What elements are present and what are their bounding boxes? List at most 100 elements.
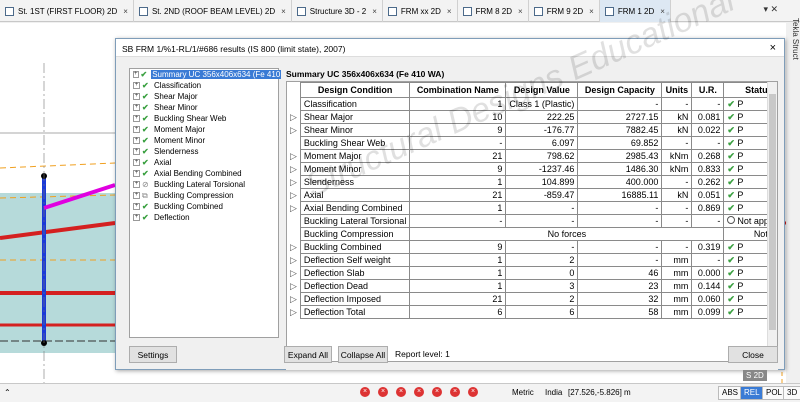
close-icon[interactable]: ×: [770, 42, 776, 54]
collapse-all-button[interactable]: Collapse All: [338, 346, 388, 363]
units-label[interactable]: Metric: [512, 388, 534, 397]
snap-x-icon[interactable]: ×: [414, 387, 424, 397]
abs-toggle[interactable]: ABS: [718, 386, 743, 400]
close-icon[interactable]: ×: [518, 7, 523, 16]
close-icon[interactable]: ×: [589, 7, 594, 16]
table-row[interactable]: ▷ Deflection Self weight 1 2- mm - ✔ P: [287, 253, 777, 267]
tree-item[interactable]: + ✔ Moment Minor: [130, 135, 278, 146]
expand-icon[interactable]: +: [133, 203, 140, 210]
expand-row-icon[interactable]: ▷: [287, 162, 301, 176]
snap-x-icon[interactable]: ×: [450, 387, 460, 397]
region-label[interactable]: India: [545, 388, 562, 397]
table-row[interactable]: ▷ Deflection Slab 1 0 46 mm 0.000 ✔ P: [287, 266, 777, 280]
tree-item[interactable]: + ✔ Axial: [130, 157, 278, 168]
table-row[interactable]: Buckling Lateral Torsional - - - - - Not appli…: [287, 214, 777, 228]
expand-icon[interactable]: +: [133, 159, 140, 166]
tree-item-label: Classification: [154, 81, 202, 90]
column-header[interactable]: U.R.: [691, 82, 725, 98]
tree-item[interactable]: + ✔ Shear Minor: [130, 102, 278, 113]
tree-item[interactable]: + ⊘ Buckling Lateral Torsional: [130, 179, 278, 190]
tree-item[interactable]: + ✔ Slenderness: [130, 146, 278, 157]
status-bar: ⌃ × × × × × × × Metric India [27.526,-5.…: [0, 383, 800, 402]
settings-button[interactable]: Settings: [129, 346, 177, 363]
check-icon: ✔: [727, 189, 738, 200]
table-cell: -: [661, 97, 693, 111]
expand-icon[interactable]: +: [133, 93, 140, 100]
expand-icon[interactable]: +: [133, 82, 140, 89]
expand-row-icon[interactable]: ▷: [287, 149, 301, 163]
expand-row-icon[interactable]: ▷: [287, 175, 301, 189]
tab-overflow-icon[interactable]: ▾ ✕: [763, 4, 778, 15]
table-cell: 0.833: [691, 162, 725, 176]
tree-item[interactable]: + ✔ Axial Bending Combined: [130, 168, 278, 179]
snap-x-icon[interactable]: ×: [360, 387, 370, 397]
tree-item[interactable]: + ✔ Shear Major: [130, 91, 278, 102]
tab-0[interactable]: St. 1ST (FIRST FLOOR) 2D ×: [0, 0, 134, 22]
column-header[interactable]: Design Capacity: [577, 82, 663, 98]
expand-row-icon[interactable]: ▷: [287, 123, 301, 137]
close-icon[interactable]: ×: [281, 7, 286, 16]
table-cell: 7882.45: [577, 123, 663, 137]
tree-item[interactable]: + ✔ Buckling Shear Web: [130, 113, 278, 124]
expand-row-icon[interactable]: ▷: [287, 279, 301, 293]
check-icon: ✔: [727, 176, 738, 187]
expand-all-button[interactable]: Expand All: [284, 346, 332, 363]
table-row[interactable]: ▷ Buckling Combined 9- - -0.319 ✔ P: [287, 240, 777, 254]
snap-x-icon[interactable]: ×: [396, 387, 406, 397]
expand-row-icon[interactable]: ▷: [287, 292, 301, 306]
expand-icon[interactable]: +: [133, 137, 140, 144]
expand-icon[interactable]: +: [133, 71, 139, 78]
expand-row-icon[interactable]: ▷: [287, 110, 301, 124]
table-cell: -: [577, 97, 663, 111]
expand-row-icon[interactable]: ▷: [287, 188, 301, 202]
horizontal-scrollbar[interactable]: [286, 362, 778, 370]
3d-toggle[interactable]: 3D: [783, 386, 800, 400]
table-row[interactable]: ▷ Axial Bending Combined 1- - -0.869 ✔ P: [287, 201, 777, 215]
tab-3[interactable]: FRM xx 2D ×: [383, 0, 458, 22]
table-row[interactable]: ▷ Shear Major 10 222.25 2727.15 kN 0.081 ✔ P: [287, 110, 777, 124]
snap-x-icon[interactable]: ×: [468, 387, 478, 397]
snap-x-icon[interactable]: ×: [378, 387, 388, 397]
expand-icon[interactable]: +: [133, 104, 140, 111]
expand-row-icon[interactable]: ▷: [287, 201, 301, 215]
close-icon[interactable]: ×: [447, 7, 452, 16]
expand-row-icon[interactable]: ▷: [287, 305, 301, 319]
tab-4[interactable]: FRM 8 2D ×: [458, 0, 529, 22]
expand-icon[interactable]: +: [133, 148, 140, 155]
table-row[interactable]: ▷ Shear Minor 9 -176.77 7882.45 kN 0.022 ✔ P: [287, 123, 777, 137]
expand-icon[interactable]: +: [133, 181, 140, 188]
snap-x-icon[interactable]: ×: [432, 387, 442, 397]
tab-1[interactable]: St. 2ND (ROOF BEAM LEVEL) 2D ×: [134, 0, 292, 22]
table-row[interactable]: ▷ Axial 21 -859.47 16885.11 kN 0.051 ✔ P: [287, 188, 777, 202]
table-row[interactable]: ▷ Deflection Total 6 6 58 mm 0.099 ✔ P: [287, 305, 777, 319]
expand-row-icon[interactable]: ▷: [287, 240, 301, 254]
expand-icon[interactable]: +: [133, 115, 140, 122]
expand-row-icon[interactable]: ▷: [287, 253, 301, 267]
table-cell: -: [505, 214, 579, 228]
column-header[interactable]: Design Condition: [299, 82, 411, 98]
close-icon[interactable]: ×: [123, 7, 128, 16]
tree-item[interactable]: + ✔ Summary UC 356x406x634 (Fe 410: [130, 69, 282, 80]
expand-icon[interactable]: +: [133, 126, 140, 133]
tab-5[interactable]: FRM 9 2D ×: [529, 0, 600, 22]
column-header[interactable]: Units: [661, 82, 693, 98]
expand-icon[interactable]: +: [133, 214, 140, 221]
table-row[interactable]: Buckling CompressionNo forcesNot requi: [287, 227, 777, 241]
table-row[interactable]: ▷ Deflection Dead 1 3 23 mm 0.144 ✔ P: [287, 279, 777, 293]
close-icon[interactable]: ×: [372, 7, 377, 16]
tree-item[interactable]: + ✔ Moment Major: [130, 124, 278, 135]
tree-item-label: Shear Major: [154, 92, 198, 101]
tree-item[interactable]: + ✔ Deflection: [130, 212, 278, 223]
rel-toggle[interactable]: REL: [740, 386, 764, 400]
expand-row-icon[interactable]: ▷: [287, 266, 301, 280]
tree-item[interactable]: + ✔ Buckling Combined: [130, 201, 278, 212]
close-button[interactable]: Close: [728, 346, 778, 363]
chevron-icon[interactable]: ⌃: [4, 388, 11, 397]
expand-icon[interactable]: +: [133, 192, 140, 199]
table-row[interactable]: ▷ Deflection Imposed 21 2 32 mm 0.060 ✔ P: [287, 292, 777, 306]
tab-2[interactable]: Structure 3D - 2 ×: [292, 0, 383, 22]
vertical-scrollbar[interactable]: [767, 82, 777, 361]
tree-item[interactable]: + ⧉ Buckling Compression: [130, 190, 278, 201]
expand-icon[interactable]: +: [133, 170, 140, 177]
tree-item[interactable]: + ✔ Classification: [130, 80, 278, 91]
